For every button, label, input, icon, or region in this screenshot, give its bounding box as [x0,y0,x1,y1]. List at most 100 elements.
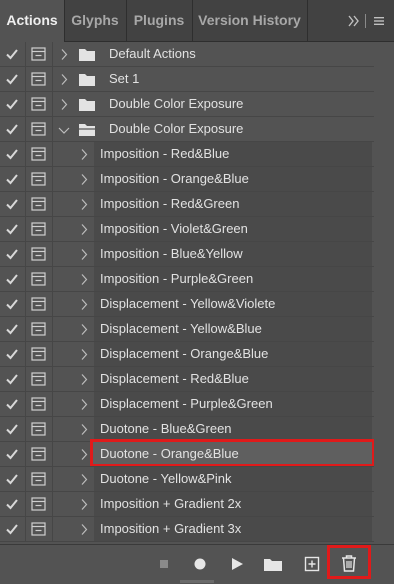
checkmark-icon[interactable] [5,72,19,86]
dialog-toggle-icon[interactable] [31,122,46,136]
action-label: Imposition - Violet&Green [100,221,248,236]
action-label: Displacement - Red&Blue [100,371,249,386]
chevron-right-icon[interactable] [80,223,88,236]
dialog-toggle-icon[interactable] [31,397,46,411]
checkmark-icon[interactable] [5,147,19,161]
action-row[interactable]: Imposition - Purple&Green [0,267,394,292]
dialog-toggle-icon[interactable] [31,97,46,111]
action-set-row[interactable]: Double Color Exposure [0,92,394,117]
chevron-right-icon[interactable] [80,273,88,286]
chevron-right-icon[interactable] [60,48,68,61]
action-row[interactable]: Imposition - Red&Blue [0,142,394,167]
chevron-right-icon[interactable] [80,173,88,186]
chevron-down-icon[interactable] [58,124,70,137]
action-set-label: Default Actions [109,46,196,61]
tab-plugins[interactable]: Plugins [126,0,192,41]
dialog-toggle-icon[interactable] [31,172,46,186]
scrollbar-track[interactable] [374,42,394,544]
stop-icon[interactable] [155,555,173,573]
chevron-right-icon[interactable] [80,348,88,361]
action-label: Displacement - Yellow&Violete [100,296,276,311]
dialog-toggle-icon[interactable] [31,322,46,336]
chevron-right-icon[interactable] [80,323,88,336]
column-divider [25,67,26,92]
action-row[interactable]: Displacement - Orange&Blue [0,342,394,367]
chevron-right-icon[interactable] [80,423,88,436]
actions-list[interactable]: Default Actions Set 1 Double Color Exposur… [0,42,394,544]
action-row[interactable]: Imposition - Orange&Blue [0,167,394,192]
dialog-toggle-icon[interactable] [31,522,46,536]
chevron-right-icon[interactable] [80,148,88,161]
action-row[interactable]: Displacement - Purple&Green [0,392,394,417]
dialog-toggle-icon[interactable] [31,422,46,436]
dialog-toggle-icon[interactable] [31,447,46,461]
dialog-toggle-icon[interactable] [31,372,46,386]
action-row[interactable]: Displacement - Yellow&Violete [0,292,394,317]
checkmark-icon[interactable] [5,172,19,186]
checkmark-icon[interactable] [5,397,19,411]
chevron-right-icon[interactable] [80,198,88,211]
hamburger-menu-icon[interactable] [373,15,385,27]
action-row[interactable]: Displacement - Red&Blue [0,367,394,392]
action-row[interactable]: Displacement - Yellow&Blue [0,317,394,342]
chevron-right-icon[interactable] [60,73,68,86]
chevron-right-icon[interactable] [60,98,68,111]
chevron-right-icon[interactable] [80,473,88,486]
chevron-right-icon[interactable] [80,498,88,511]
checkmark-icon[interactable] [5,322,19,336]
column-divider [25,292,26,317]
action-row[interactable]: Imposition - Violet&Green [0,217,394,242]
chevron-right-icon[interactable] [80,373,88,386]
action-row[interactable]: Duotone - Yellow&Pink [0,467,394,492]
dialog-toggle-icon[interactable] [31,497,46,511]
action-row[interactable]: Duotone - Orange&Blue [0,439,394,467]
checkmark-icon[interactable] [5,372,19,386]
checkmark-icon[interactable] [5,497,19,511]
action-label: Displacement - Yellow&Blue [100,321,262,336]
checkmark-icon[interactable] [5,297,19,311]
dialog-toggle-icon[interactable] [31,72,46,86]
tab-version-history[interactable]: Version History [192,0,307,41]
action-row[interactable]: Imposition - Red&Green [0,192,394,217]
checkmark-icon[interactable] [5,522,19,536]
trash-icon[interactable] [340,553,358,573]
dialog-toggle-icon[interactable] [31,247,46,261]
checkmark-icon[interactable] [5,222,19,236]
chevron-right-icon[interactable] [80,448,88,461]
record-icon[interactable] [191,555,209,573]
action-set-row[interactable]: Double Color Exposure [0,117,394,142]
checkmark-icon[interactable] [5,272,19,286]
checkmark-icon[interactable] [5,197,19,211]
checkmark-icon[interactable] [5,247,19,261]
new-action-icon[interactable] [303,555,321,573]
dialog-toggle-icon[interactable] [31,222,46,236]
action-set-row[interactable]: Set 1 [0,67,394,92]
checkmark-icon[interactable] [5,97,19,111]
chevron-right-icon[interactable] [80,298,88,311]
checkmark-icon[interactable] [5,472,19,486]
double-chevron-right-icon[interactable] [347,14,361,28]
action-row[interactable]: Imposition + Gradient 3x [0,517,394,542]
dialog-toggle-icon[interactable] [31,272,46,286]
checkmark-icon[interactable] [5,47,19,61]
action-row[interactable]: Imposition + Gradient 2x [0,492,394,517]
action-row[interactable]: Imposition - Blue&Yellow [0,242,394,267]
dialog-toggle-icon[interactable] [31,297,46,311]
new-set-folder-icon[interactable] [263,555,283,573]
tab-actions[interactable]: Actions [0,0,64,42]
dialog-toggle-icon[interactable] [31,347,46,361]
checkmark-icon[interactable] [5,447,19,461]
chevron-right-icon[interactable] [80,398,88,411]
play-icon[interactable] [228,555,246,573]
checkmark-icon[interactable] [5,122,19,136]
dialog-toggle-icon[interactable] [31,197,46,211]
dialog-toggle-icon[interactable] [31,472,46,486]
checkmark-icon[interactable] [5,422,19,436]
chevron-right-icon[interactable] [80,523,88,536]
checkmark-icon[interactable] [5,347,19,361]
tab-glyphs[interactable]: Glyphs [64,0,126,41]
dialog-toggle-icon[interactable] [31,147,46,161]
dialog-toggle-icon[interactable] [31,47,46,61]
chevron-right-icon[interactable] [80,248,88,261]
action-set-row[interactable]: Default Actions [0,42,394,67]
